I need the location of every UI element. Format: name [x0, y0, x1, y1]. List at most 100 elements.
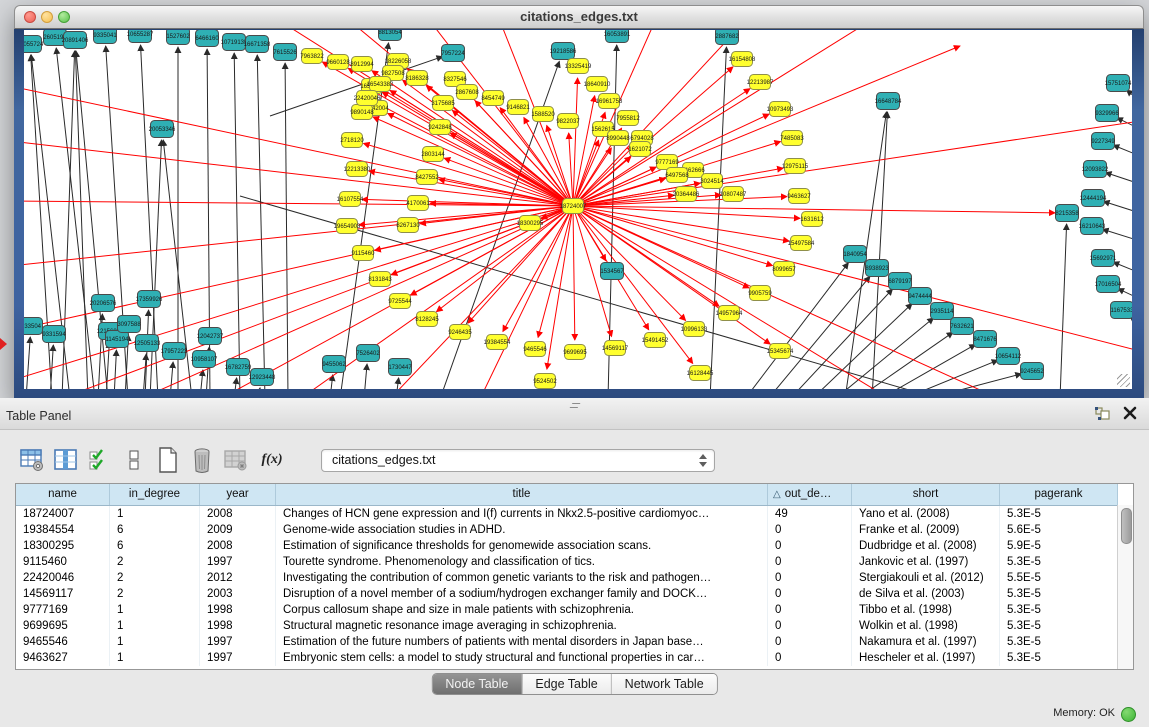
table-cell: 2003: [200, 586, 276, 602]
delete-rows-button[interactable]: [189, 446, 215, 474]
table-cell: 1997: [200, 634, 276, 650]
table-mode-button[interactable]: [19, 446, 45, 474]
svg-text:4170061: 4170061: [406, 201, 430, 207]
table-cell: Changes of HCN gene expression and I(f) …: [276, 506, 768, 522]
svg-text:6497568: 6497568: [665, 173, 689, 179]
close-panel-button[interactable]: [1123, 406, 1137, 420]
column-header-short[interactable]: short: [852, 484, 1000, 505]
table-cell: Dudbridge et al. (2008): [852, 538, 1000, 554]
svg-text:16107554: 16107554: [337, 197, 364, 203]
table-row[interactable]: 2242004622012Investigating the contribut…: [16, 570, 1118, 586]
column-header-name[interactable]: name: [16, 484, 110, 505]
table-cell: 5.3E-5: [1000, 650, 1118, 666]
new-document-icon: [157, 447, 179, 473]
svg-text:7485083: 7485083: [780, 136, 804, 142]
function-builder-button[interactable]: f(x): [257, 446, 287, 474]
table-toolbar: f(x) citations_edges.txt: [19, 443, 715, 477]
svg-text:1631612: 1631612: [800, 217, 824, 223]
svg-text:7526402: 7526402: [356, 351, 380, 357]
table-cell: Stergiakouli et al. (2012): [852, 570, 1000, 586]
tab-edge-table[interactable]: Edge Table: [521, 674, 610, 694]
svg-text:10958107: 10958107: [191, 357, 218, 363]
float-panel-button[interactable]: [1095, 407, 1111, 421]
sort-ascending-icon: △: [773, 489, 781, 500]
table-cell: Wolkin et al. (1998): [852, 618, 1000, 634]
citation-graph[interactable]: 2405572426051902089140693350411065528715…: [24, 30, 1132, 389]
svg-text:14957964: 14957964: [716, 311, 743, 317]
table-cell: 5.3E-5: [1000, 618, 1118, 634]
column-header-title[interactable]: title: [276, 484, 768, 505]
create-column-button[interactable]: [155, 446, 181, 474]
table-cell: 0: [768, 554, 852, 570]
table-row[interactable]: 911546021997Tourette syndrome. Phenomeno…: [16, 554, 1118, 570]
status-bar: Memory: OK: [0, 700, 1149, 727]
table-scrollbar[interactable]: [1117, 505, 1133, 669]
table-cell: 0: [768, 570, 852, 586]
checkmarks-icon: [89, 448, 111, 472]
svg-text:12444194: 12444194: [1080, 196, 1107, 202]
svg-text:9822037: 9822037: [556, 119, 580, 125]
select-all-button[interactable]: [87, 446, 113, 474]
selected-table-name: citations_edges.txt: [332, 453, 436, 467]
scrollbar-thumb[interactable]: [1121, 508, 1132, 544]
table-cell: 9465546: [16, 634, 110, 650]
memory-status-label: Memory: OK: [1053, 707, 1115, 719]
svg-text:10654112: 10654112: [995, 354, 1022, 360]
column-header-pagerank[interactable]: pagerank: [1000, 484, 1118, 505]
svg-text:2803144: 2803144: [421, 152, 445, 158]
tab-node-table[interactable]: Node Table: [432, 674, 521, 694]
row-options-button[interactable]: [121, 446, 147, 474]
svg-text:8267130: 8267130: [396, 223, 420, 229]
table-cell: 9777169: [16, 602, 110, 618]
close-icon: [1123, 406, 1137, 420]
svg-text:20053346: 20053346: [149, 127, 176, 133]
panel-drag-handle[interactable]: [569, 401, 581, 407]
svg-text:8912994: 8912994: [350, 62, 374, 68]
show-columns-button[interactable]: [53, 446, 79, 474]
table-cell: 9115460: [16, 554, 110, 570]
table-row[interactable]: 1830029562008Estimation of significance …: [16, 538, 1118, 554]
table-cell: 5.3E-5: [1000, 554, 1118, 570]
network-window[interactable]: citations_edges.txt 24055724260519020891…: [14, 5, 1144, 398]
svg-text:2887682: 2887682: [715, 34, 739, 40]
svg-text:8990448: 8990448: [606, 136, 630, 142]
dropdown-spinner-icon: [699, 454, 707, 467]
svg-text:933504: 933504: [24, 324, 42, 330]
resize-grip-icon[interactable]: [1117, 374, 1130, 387]
table-cell: 1: [110, 618, 200, 634]
tab-network-table[interactable]: Network Table: [611, 674, 717, 694]
table-row[interactable]: 1938455462009Genome-wide association stu…: [16, 522, 1118, 538]
svg-text:8186328: 8186328: [405, 76, 429, 82]
rows-icon: [127, 448, 141, 472]
table-row[interactable]: 977716911998Corpus callosum shape and si…: [16, 602, 1118, 618]
table-row[interactable]: 969969511998Structural magnetic resonanc…: [16, 618, 1118, 634]
memory-indicator[interactable]: [1121, 707, 1136, 722]
column-header-year[interactable]: year: [200, 484, 276, 505]
table-cell: 1: [110, 650, 200, 666]
svg-text:10655287: 10655287: [127, 32, 154, 38]
column-header-out_de[interactable]: △out_de…: [768, 484, 852, 505]
table-row[interactable]: 946554611997Estimation of the future num…: [16, 634, 1118, 650]
network-canvas[interactable]: 2405572426051902089140693350411065528715…: [24, 30, 1132, 389]
svg-text:1527602: 1527602: [166, 34, 190, 40]
table-row[interactable]: 946362711997Embryonic stem cells: a mode…: [16, 650, 1118, 666]
svg-text:15345674: 15345674: [767, 349, 794, 355]
delete-table-button[interactable]: [223, 446, 249, 474]
svg-text:9227349: 9227349: [1091, 139, 1115, 145]
table-row[interactable]: 1872400712008Changes of HCN gene express…: [16, 506, 1118, 522]
table-cell: Jankovic et al. (1997): [852, 554, 1000, 570]
svg-text:16154808: 16154808: [729, 57, 756, 63]
table-cell: Franke et al. (2009): [852, 522, 1000, 538]
table-row[interactable]: 1456911722003Disruption of a novel membe…: [16, 586, 1118, 602]
svg-text:20364486: 20364486: [673, 192, 700, 198]
svg-text:1840954: 1840954: [843, 252, 867, 258]
table-cell: 1: [110, 634, 200, 650]
table-cell: 5.5E-5: [1000, 570, 1118, 586]
svg-text:12093822: 12093822: [1082, 167, 1109, 173]
column-header-in_degree[interactable]: in_degree: [110, 484, 200, 505]
window-titlebar[interactable]: citations_edges.txt: [14, 5, 1144, 29]
table-select-dropdown[interactable]: citations_edges.txt: [321, 449, 715, 472]
svg-text:9146821: 9146821: [506, 105, 530, 111]
table-body: 1872400712008Changes of HCN gene express…: [16, 506, 1118, 666]
table-cell: Hescheler et al. (1997): [852, 650, 1000, 666]
